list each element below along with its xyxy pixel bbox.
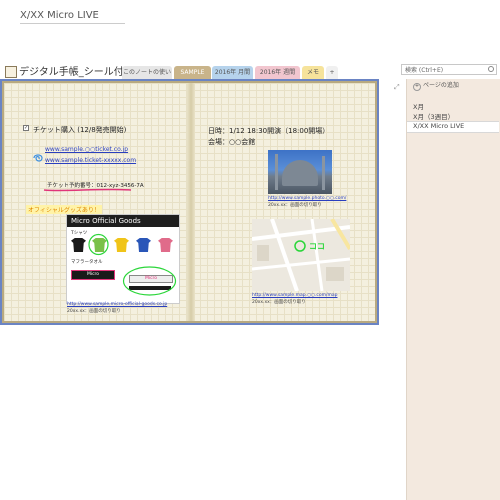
page-list-item[interactable]: X月: [413, 101, 424, 111]
tshirt-pink: [158, 238, 173, 252]
page-title[interactable]: X/XX Micro LIVE: [20, 10, 125, 24]
book-spine: [187, 83, 195, 321]
minaret: [322, 156, 325, 190]
mosque-dome: [282, 160, 318, 186]
goods-clip-note: 20xx.xx：画面の切り取り: [67, 309, 121, 314]
tshirt-black: [71, 238, 86, 252]
swirl-sticker-icon: [33, 154, 43, 162]
circle-mark: [122, 266, 177, 296]
venue-map: ココ: [252, 219, 350, 291]
page-list-item-selected[interactable]: X/XX Micro LIVE: [413, 122, 464, 130]
notebook-icon: [5, 66, 17, 78]
venue-photo: [268, 150, 332, 194]
goods-image-header: Micro Official Goods: [67, 215, 179, 227]
map-marker-label: ココ: [309, 242, 325, 251]
tshirt-label: Tシャツ: [71, 231, 88, 236]
event-datetime: 日時：1/12 18:30開演（18:00開場）: [208, 127, 330, 135]
minaret: [275, 154, 278, 190]
map-roads: [252, 219, 350, 291]
search-placeholder: 検索 (Ctrl+E): [405, 67, 444, 74]
goods-note: オフィシャルグッズあり！: [26, 205, 102, 214]
page-list-panel: [406, 79, 500, 500]
circle-mark: [88, 233, 109, 256]
ticket-heading: チケット購入 (12/8発売開始): [33, 126, 127, 134]
tshirt-yellow: [114, 238, 129, 252]
map-link[interactable]: http://www.sample.map.○○.com/map: [252, 293, 337, 298]
notebook-title-label: デジタル手帳_シール付き: [19, 67, 134, 78]
highlight-underline: [43, 188, 132, 192]
tab-usage[interactable]: このノートの使い方: [122, 66, 172, 89]
add-page-label: ページの追加: [423, 82, 459, 89]
tab-monthly[interactable]: 2016年 月間: [212, 66, 253, 79]
towel-label: マフラータオル: [71, 260, 103, 265]
goods-image: Micro Official Goods Tシャツ マフラータオル Micro …: [66, 214, 180, 304]
tab-weekly[interactable]: 2016年 週間: [255, 66, 300, 79]
expand-icon[interactable]: ⤢: [394, 83, 400, 92]
add-section-button[interactable]: +: [326, 66, 338, 79]
add-page-button[interactable]: + ページの追加: [413, 80, 459, 91]
ticket-link-2[interactable]: www.sample.ticket-xxxxx.com: [45, 157, 136, 164]
search-icon[interactable]: [488, 66, 494, 72]
tab-sample[interactable]: SAMPLE: [174, 66, 211, 79]
event-venue: 会場：○○会館: [208, 138, 256, 146]
goods-link[interactable]: http://www.sample.micro-official-goods.c…: [67, 302, 167, 307]
page-list-item[interactable]: X月（3週目）: [413, 111, 454, 121]
add-icon: +: [413, 83, 421, 91]
tab-memo[interactable]: メモ: [302, 66, 324, 79]
ticket-link-1[interactable]: www.sample.○○ticket.co.jp: [45, 146, 128, 153]
checkbox-icon[interactable]: ✓: [23, 125, 29, 131]
tshirt-blue: [136, 238, 151, 252]
towel-black: Micro: [71, 270, 115, 280]
photo-clip-note: 20xx.xx：画面の切り取り: [268, 203, 322, 208]
search-input[interactable]: 検索 (Ctrl+E): [401, 64, 497, 75]
map-clip-note: 20xx.xx：画面の切り取り: [252, 300, 306, 305]
photo-link[interactable]: http://www.sample.photo.○○.com/: [268, 196, 346, 201]
